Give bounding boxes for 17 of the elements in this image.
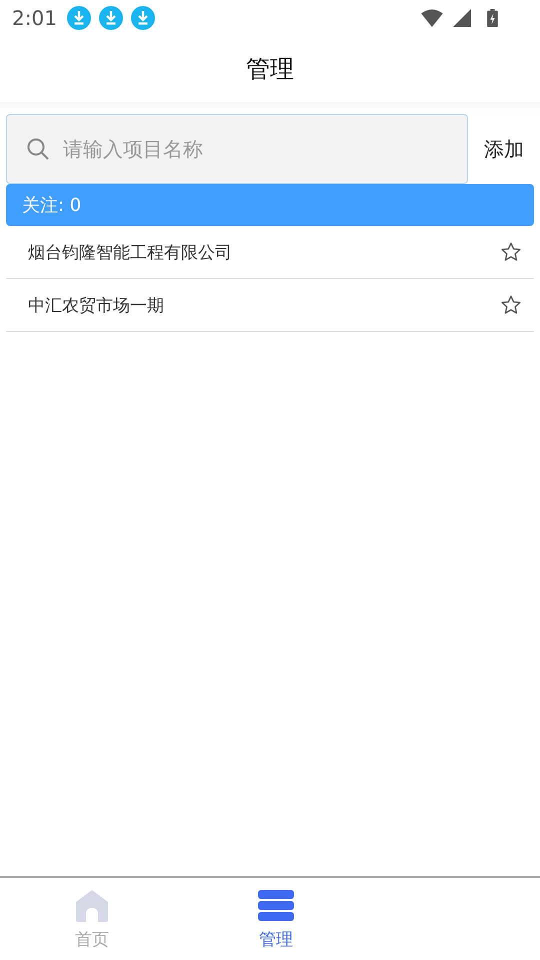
home-icon (74, 888, 110, 924)
star-icon[interactable] (500, 241, 522, 263)
download-icon (66, 6, 91, 30)
follow-count: 关注: 0 (22, 194, 82, 217)
download-icon (130, 6, 155, 30)
star-icon[interactable] (500, 294, 522, 316)
download-icon (98, 6, 123, 30)
wifi-icon (421, 9, 443, 27)
list-icon (258, 888, 294, 924)
status-time: 2:01 (12, 6, 57, 30)
search-icon (26, 137, 50, 161)
project-name[interactable]: 中汇农贸市场一期 (28, 294, 164, 316)
page-title: 管理 (246, 54, 294, 85)
project-name[interactable]: 烟台钧隆智能工程有限公司 (28, 240, 232, 264)
search-field[interactable]: 请输入项目名称 (6, 114, 468, 184)
battery-icon (487, 9, 498, 27)
signal-icon (451, 9, 473, 27)
